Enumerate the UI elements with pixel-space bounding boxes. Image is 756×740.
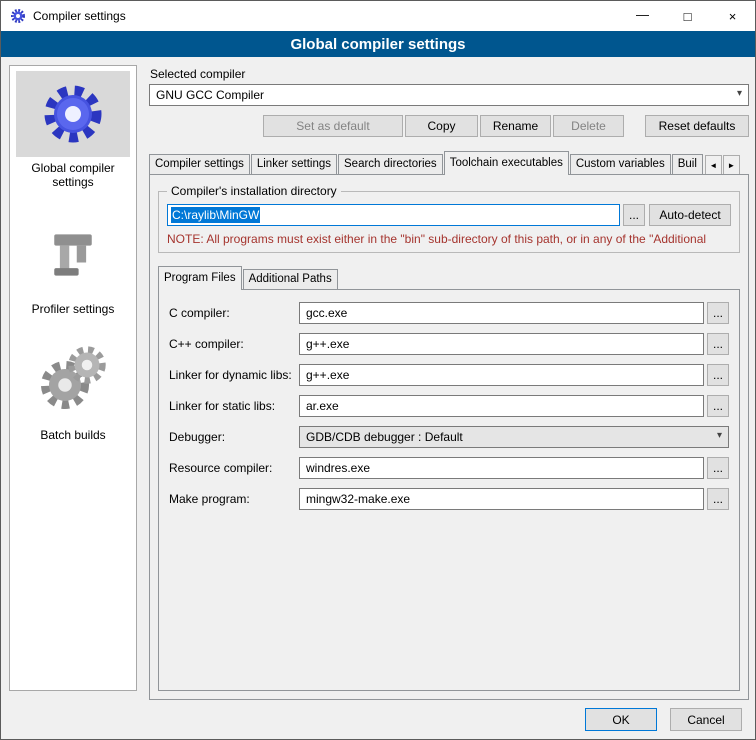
dialog-header: Global compiler settings [1,31,755,57]
form-row-resource-compiler: Resource compiler: windres.exe ... [169,457,729,479]
dynamic-linker-input[interactable]: g++.exe [299,364,704,386]
make-program-browse-button[interactable]: ... [707,488,729,510]
subtab-program-files[interactable]: Program Files [158,266,242,290]
debugger-value: GDB/CDB debugger : Default [306,430,463,444]
close-button[interactable]: × [710,1,755,31]
installation-directory-browse-button[interactable]: ... [623,204,645,226]
make-program-label: Make program: [169,492,299,506]
rename-button[interactable]: Rename [480,115,551,137]
sidebar-item-label: Global compiler settings [15,157,131,190]
auto-detect-button[interactable]: Auto-detect [649,204,731,226]
form-row-debugger: Debugger: GDB/CDB debugger : Default ▾ [169,426,729,448]
tab-compiler-settings[interactable]: Compiler settings [149,154,250,175]
cancel-button[interactable]: Cancel [670,708,742,731]
set-as-default-button: Set as default [263,115,403,137]
arrow-left-icon: ◄ [709,161,717,170]
maximize-icon: □ [684,9,692,24]
selected-compiler-dropdown[interactable]: GNU GCC Compiler ▾ [149,84,749,106]
title-bar[interactable]: Compiler settings — □ × [1,1,755,31]
settings-category-sidebar: Global compiler settings Profiler settin… [9,65,137,691]
sidebar-item-profiler-settings[interactable]: Profiler settings [15,212,131,316]
static-linker-label: Linker for static libs: [169,399,299,413]
dynamic-linker-browse-button[interactable]: ... [707,364,729,386]
tab-build-options[interactable]: Buil [672,154,703,175]
delete-button: Delete [553,115,624,137]
main-content: Selected compiler GNU GCC Compiler ▾ Set… [149,61,749,701]
tab-search-directories[interactable]: Search directories [338,154,443,175]
sidebar-item-batch-builds[interactable]: Batch builds [15,338,131,442]
resource-compiler-input[interactable]: windres.exe [299,457,704,479]
cpp-compiler-label: C++ compiler: [169,337,299,351]
resource-compiler-browse-button[interactable]: ... [707,457,729,479]
program-files-panel: C compiler: gcc.exe ... C++ compiler: g+… [158,289,740,691]
installation-directory-groupbox: Compiler's installation directory C:\ray… [158,191,740,253]
cpp-compiler-browse-button[interactable]: ... [707,333,729,355]
copy-button[interactable]: Copy [405,115,478,137]
form-row-c-compiler: C compiler: gcc.exe ... [169,302,729,324]
settings-tabbar: Compiler settings Linker settings Search… [149,151,749,175]
cpp-compiler-value: g++.exe [306,337,349,351]
resource-compiler-label: Resource compiler: [169,461,299,475]
tab-toolchain-executables[interactable]: Toolchain executables [444,151,569,175]
chevron-down-icon: ▾ [717,430,722,441]
c-compiler-label: C compiler: [169,306,299,320]
sidebar-item-label: Batch builds [38,424,107,442]
installation-note: NOTE: All programs must exist either in … [167,232,731,246]
static-linker-value: ar.exe [306,399,339,413]
minimize-button[interactable]: — [620,1,665,31]
reset-defaults-button[interactable]: Reset defaults [645,115,749,137]
close-icon: × [729,9,737,24]
toolchain-executables-page: Compiler's installation directory C:\ray… [149,174,749,700]
resource-compiler-value: windres.exe [306,461,370,475]
make-program-value: mingw32-make.exe [306,492,410,506]
debugger-label: Debugger: [169,430,299,444]
tab-scroll-left-button[interactable]: ◄ [705,155,722,175]
subtab-additional-paths[interactable]: Additional Paths [243,269,338,290]
tab-scroll-right-button[interactable]: ► [723,155,740,175]
dialog-header-title: Global compiler settings [290,36,465,53]
global-compiler-gear-icon [16,71,130,157]
form-row-dynamic-linker: Linker for dynamic libs: g++.exe ... [169,364,729,386]
executables-subtabbar: Program Files Additional Paths [158,267,740,290]
sidebar-item-label: Profiler settings [30,298,117,316]
app-icon [9,7,27,25]
form-row-make-program: Make program: mingw32-make.exe ... [169,488,729,510]
installation-directory-value: C:\raylib\MinGW [171,207,260,223]
tab-custom-variables[interactable]: Custom variables [570,154,671,175]
window-controls: — □ × [620,1,755,31]
compiler-actions-toolbar: Set as default Copy Rename Delete Reset … [149,115,749,137]
installation-directory-label: Compiler's installation directory [167,184,341,198]
profiler-tool-icon [16,212,130,298]
dynamic-linker-label: Linker for dynamic libs: [169,368,299,382]
installation-directory-row: C:\raylib\MinGW ... Auto-detect [167,204,731,226]
batch-builds-gears-icon [16,338,130,424]
static-linker-browse-button[interactable]: ... [707,395,729,417]
form-row-static-linker: Linker for static libs: ar.exe ... [169,395,729,417]
static-linker-input[interactable]: ar.exe [299,395,704,417]
form-row-cpp-compiler: C++ compiler: g++.exe ... [169,333,729,355]
selected-compiler-label: Selected compiler [150,67,749,81]
maximize-button[interactable]: □ [665,1,710,31]
compiler-settings-dialog: Compiler settings — □ × Global compiler … [0,0,756,740]
make-program-input[interactable]: mingw32-make.exe [299,488,704,510]
installation-directory-input[interactable]: C:\raylib\MinGW [167,204,620,226]
debugger-dropdown[interactable]: GDB/CDB debugger : Default ▾ [299,426,729,448]
cpp-compiler-input[interactable]: g++.exe [299,333,704,355]
arrow-right-icon: ► [727,161,735,170]
chevron-down-icon: ▾ [737,88,742,99]
c-compiler-browse-button[interactable]: ... [707,302,729,324]
c-compiler-input[interactable]: gcc.exe [299,302,704,324]
minimize-icon: — [636,7,649,22]
selected-compiler-value: GNU GCC Compiler [156,88,264,102]
window-title: Compiler settings [33,9,126,23]
ok-button[interactable]: OK [585,708,657,731]
dynamic-linker-value: g++.exe [306,368,349,382]
c-compiler-value: gcc.exe [306,306,347,320]
sidebar-item-global-compiler-settings[interactable]: Global compiler settings [15,71,131,190]
dialog-footer: OK Cancel [585,708,742,731]
tab-linker-settings[interactable]: Linker settings [251,154,337,175]
